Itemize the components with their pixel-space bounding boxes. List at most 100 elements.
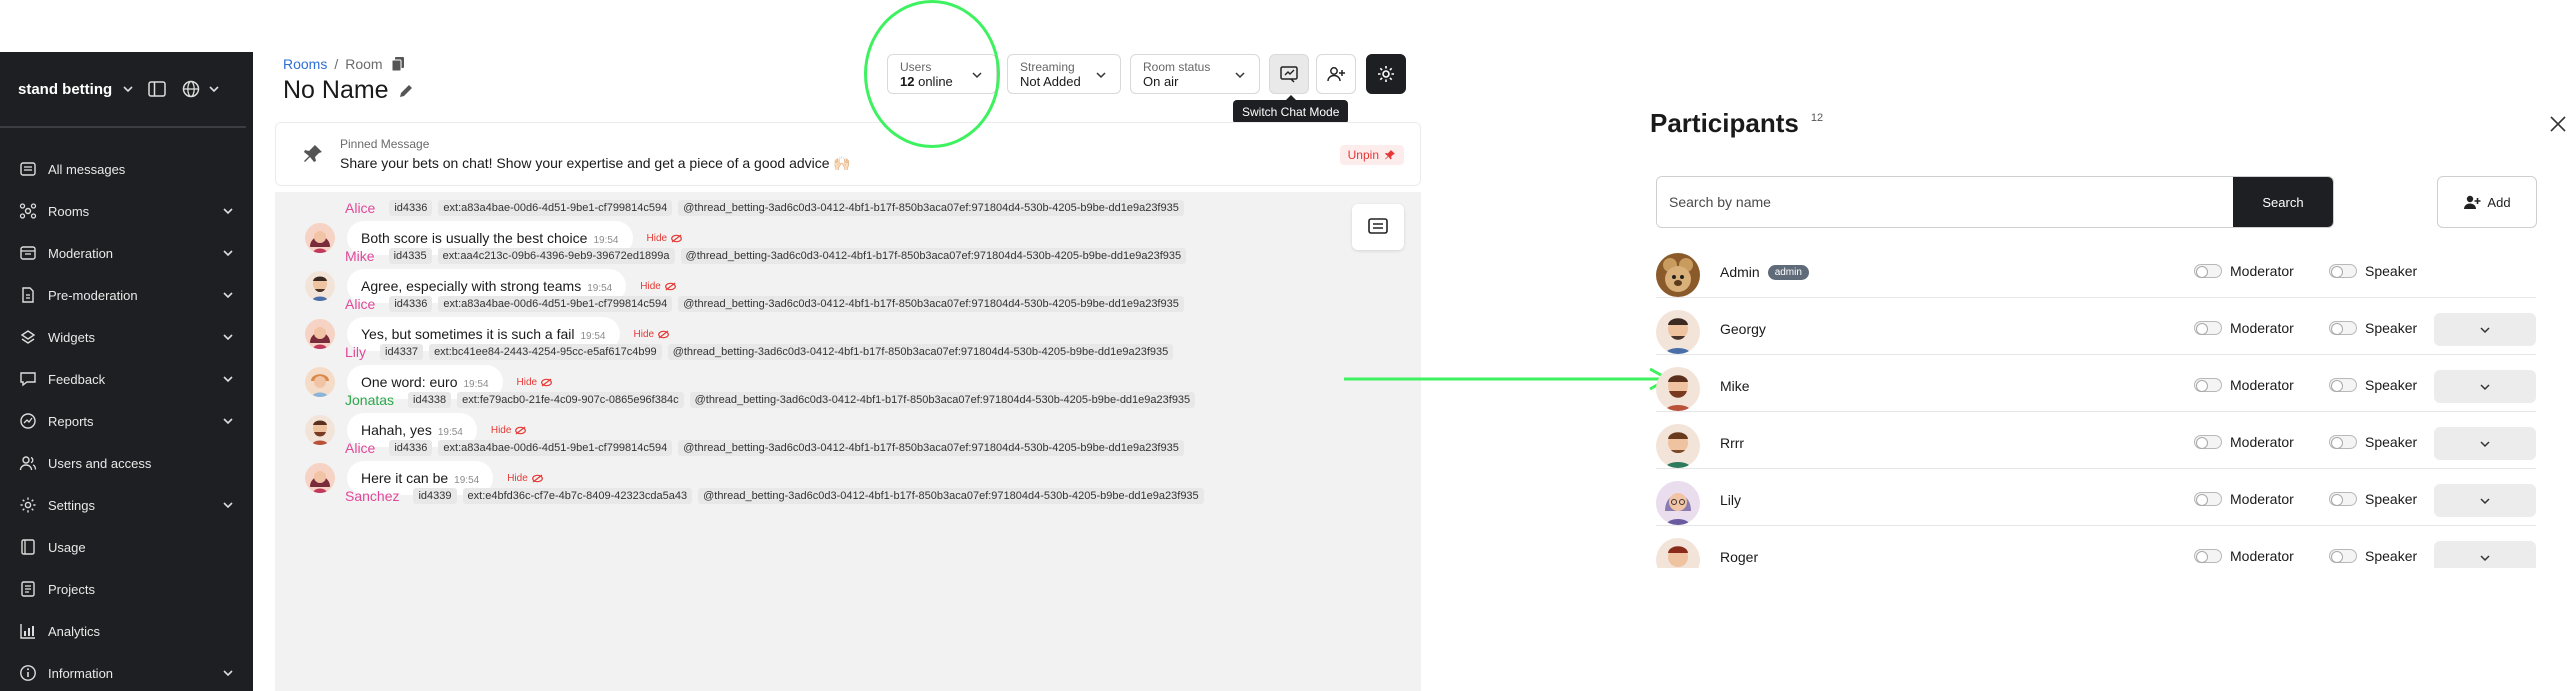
project-dropdown-chevron-icon[interactable]	[122, 83, 134, 95]
avatar[interactable]	[1656, 253, 1700, 297]
sidebar-item-widgets[interactable]: Widgets	[0, 316, 253, 358]
hide-message-button[interactable]: Hide	[647, 233, 683, 244]
hide-message-button[interactable]: Hide	[491, 425, 527, 436]
sidebar-item-rooms[interactable]: Rooms	[0, 190, 253, 232]
user-id-chip[interactable]: id4339	[413, 488, 457, 504]
message-author[interactable]: Sanchez	[345, 488, 399, 504]
moderator-toggle[interactable]	[2194, 549, 2222, 563]
participant-actions-dropdown[interactable]	[2434, 427, 2536, 460]
avatar[interactable]	[305, 367, 335, 397]
external-id-chip[interactable]: ext:a83a4bae-00d6-4d51-9be1-cf799814c594	[438, 200, 673, 216]
external-id-chip[interactable]: ext:e4bfd36c-cf7e-4b7c-8409-42323cda5a43	[462, 488, 693, 504]
external-id-chip[interactable]: ext:a83a4bae-00d6-4d51-9be1-cf799814c594	[438, 440, 673, 456]
user-id-chip[interactable]: id4337	[380, 344, 424, 360]
moderator-toggle[interactable]	[2194, 435, 2222, 449]
language-chevron-icon[interactable]	[208, 83, 220, 95]
sidebar-item-users-and-access[interactable]: Users and access	[0, 442, 253, 484]
eye-off-icon	[541, 378, 553, 387]
user-id-chip[interactable]: id4338	[408, 392, 452, 408]
speaker-toggle[interactable]	[2329, 435, 2357, 449]
moderator-toggle[interactable]	[2194, 264, 2222, 278]
breadcrumb-rooms-link[interactable]: Rooms	[283, 56, 327, 72]
avatar[interactable]	[1656, 310, 1700, 354]
external-id-chip[interactable]: ext:bc41ee84-2443-4254-95cc-e5af617c4b99	[429, 344, 662, 360]
thread-id-chip[interactable]: @thread_betting-3ad6c0d3-0412-4bf1-b17f-…	[698, 488, 1204, 504]
moderator-toggle[interactable]	[2194, 492, 2222, 506]
participant-actions-dropdown[interactable]	[2434, 541, 2536, 568]
thread-id-chip[interactable]: @thread_betting-3ad6c0d3-0412-4bf1-b17f-…	[678, 200, 1184, 216]
avatar[interactable]	[305, 463, 335, 493]
message-author[interactable]: Alice	[345, 200, 375, 216]
avatar[interactable]	[305, 271, 335, 301]
external-id-chip[interactable]: ext:aa4c213c-09b6-4396-9eb9-39672ed1899a	[437, 248, 675, 264]
avatar[interactable]	[305, 415, 335, 445]
layout-panel-icon[interactable]	[148, 81, 166, 97]
sidebar-item-information[interactable]: Information	[0, 652, 253, 691]
avatar[interactable]	[1656, 538, 1700, 568]
search-input[interactable]	[1657, 177, 2233, 227]
thread-id-chip[interactable]: @thread_betting-3ad6c0d3-0412-4bf1-b17f-…	[689, 392, 1196, 408]
thread-id-chip[interactable]: @thread_betting-3ad6c0d3-0412-4bf1-b17f-…	[667, 344, 1174, 360]
sidebar-item-analytics[interactable]: Analytics	[0, 610, 253, 652]
copy-icon[interactable]	[391, 56, 405, 72]
avatar[interactable]	[305, 319, 335, 349]
thread-id-chip[interactable]: @thread_betting-3ad6c0d3-0412-4bf1-b17f-…	[680, 248, 1187, 264]
participant-row: Admin admin Moderator Speaker	[1656, 241, 2536, 298]
hide-message-button[interactable]: Hide	[517, 377, 553, 388]
participant-actions-dropdown[interactable]	[2434, 370, 2536, 403]
add-user-icon	[1326, 64, 1346, 84]
sidebar-item-reports[interactable]: Reports	[0, 400, 253, 442]
user-id-chip[interactable]: id4336	[389, 200, 433, 216]
globe-icon[interactable]	[182, 80, 200, 98]
switch-chat-mode-button[interactable]	[1269, 54, 1309, 94]
message-author[interactable]: Alice	[345, 440, 375, 456]
settings-button[interactable]	[1366, 54, 1406, 94]
sidebar-item-feedback[interactable]: Feedback	[0, 358, 253, 400]
thread-id-chip[interactable]: @thread_betting-3ad6c0d3-0412-4bf1-b17f-…	[678, 440, 1184, 456]
speaker-toggle[interactable]	[2329, 492, 2357, 506]
avatar[interactable]	[305, 223, 335, 253]
chat-list-toggle-button[interactable]	[1352, 204, 1404, 250]
speaker-toggle[interactable]	[2329, 321, 2357, 335]
moderator-toggle[interactable]	[2194, 321, 2222, 335]
room-status-dropdown[interactable]: Room status On air	[1130, 54, 1260, 94]
user-id-chip[interactable]: id4335	[388, 248, 432, 264]
speaker-toggle[interactable]	[2329, 549, 2357, 563]
message-author[interactable]: Mike	[345, 248, 375, 264]
moderator-toggle[interactable]	[2194, 378, 2222, 392]
close-panel-button[interactable]	[2546, 112, 2570, 136]
edit-pencil-icon[interactable]	[397, 82, 415, 100]
sidebar-item-usage[interactable]: Usage	[0, 526, 253, 568]
sidebar-item-all-messages[interactable]: All messages	[0, 148, 253, 190]
hide-message-button[interactable]: Hide	[507, 473, 543, 484]
participant-actions-dropdown[interactable]	[2434, 484, 2536, 517]
unpin-button[interactable]: Unpin	[1339, 145, 1404, 165]
speaker-toggle[interactable]	[2329, 264, 2357, 278]
speaker-toggle[interactable]	[2329, 378, 2357, 392]
avatar[interactable]	[1656, 424, 1700, 468]
hide-message-button[interactable]: Hide	[640, 281, 676, 292]
sidebar-item-projects[interactable]: Projects	[0, 568, 253, 610]
projects-icon	[18, 579, 38, 599]
hide-label: Hide	[507, 472, 528, 484]
sidebar-item-pre-moderation[interactable]: Pre-moderation	[0, 274, 253, 316]
message-author[interactable]: Jonatas	[345, 392, 394, 408]
external-id-chip[interactable]: ext:a83a4bae-00d6-4d51-9be1-cf799814c594	[438, 296, 673, 312]
search-button[interactable]: Search	[2233, 177, 2333, 227]
avatar[interactable]	[1656, 367, 1700, 411]
usage-icon	[18, 537, 38, 557]
hide-message-button[interactable]: Hide	[634, 329, 670, 340]
user-id-chip[interactable]: id4336	[389, 296, 433, 312]
message-author[interactable]: Lily	[345, 344, 366, 360]
avatar[interactable]	[1656, 481, 1700, 525]
streaming-dropdown[interactable]: Streaming Not Added	[1007, 54, 1121, 94]
user-id-chip[interactable]: id4336	[389, 440, 433, 456]
external-id-chip[interactable]: ext:fe79acb0-21fe-4c09-907c-0865e96f384c	[457, 392, 684, 408]
sidebar-item-moderation[interactable]: Moderation	[0, 232, 253, 274]
sidebar-item-settings[interactable]: Settings	[0, 484, 253, 526]
message-author[interactable]: Alice	[345, 296, 375, 312]
thread-id-chip[interactable]: @thread_betting-3ad6c0d3-0412-4bf1-b17f-…	[678, 296, 1184, 312]
participant-actions-dropdown[interactable]	[2434, 313, 2536, 346]
add-user-button[interactable]	[1316, 54, 1356, 94]
add-participant-button[interactable]: Add	[2437, 176, 2537, 228]
